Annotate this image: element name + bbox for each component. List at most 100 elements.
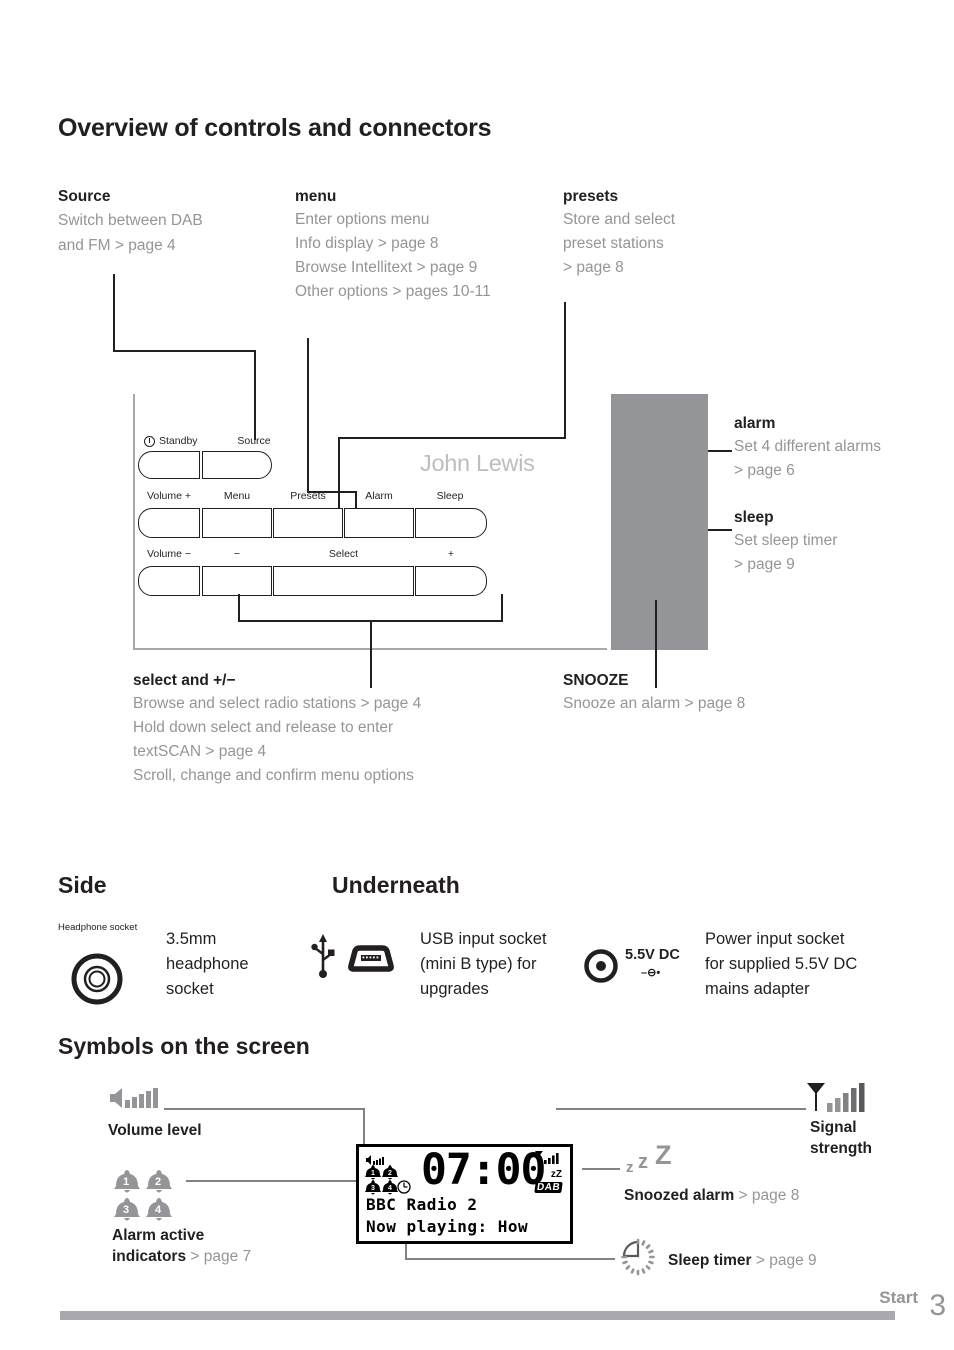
minus-button[interactable] <box>202 566 272 596</box>
menu-button[interactable] <box>202 508 272 538</box>
snoozed-alarm-page-ref: > page 8 <box>734 1187 800 1204</box>
callout-select-line-2: textSCAN > page 4 <box>133 743 267 760</box>
callout-menu: menu Enter options menu Info display > p… <box>295 186 565 304</box>
usb-description: USB input socket (mini B type) for upgra… <box>420 927 585 1002</box>
callout-sleep-line-0: Set sleep timer <box>734 532 838 549</box>
callout-sleep: sleep Set sleep timer > page 9 <box>734 507 939 577</box>
leader-select-left-riser <box>238 594 240 621</box>
callout-select-line-3: Scroll, change and confirm menu options <box>133 767 414 784</box>
power-desc-line-2: mains adapter <box>705 980 810 998</box>
svg-text:1: 1 <box>123 1176 129 1188</box>
callout-menu-title: menu <box>295 188 337 205</box>
presets-button[interactable] <box>273 508 343 538</box>
brand-logo: John Lewis <box>420 450 535 476</box>
alarm-indicators-page-ref: > page 7 <box>186 1248 252 1265</box>
headphone-desc-line-1: headphone <box>166 955 249 973</box>
sleep-timer-label: Sleep timer > page 9 <box>668 1250 817 1271</box>
callout-snooze: SNOOZE Snooze an alarm > page 8 <box>563 670 863 716</box>
signal-strength-icon <box>806 1083 866 1118</box>
power-desc-line-1: for supplied 5.5V DC <box>705 955 858 973</box>
volume-up-button[interactable] <box>138 508 200 538</box>
volume-level-icon <box>108 1086 160 1115</box>
label-menu: Menu <box>223 490 251 502</box>
leader-volume-horizontal <box>164 1108 364 1110</box>
standby-button[interactable] <box>138 451 200 479</box>
snoozed-alarm-label-bold: Snoozed alarm <box>624 1187 735 1204</box>
callout-source-title: Source <box>58 188 111 205</box>
power-desc-line-0: Power input socket <box>705 930 845 948</box>
callout-presets-title: presets <box>563 188 619 205</box>
lcd-snooze-glyph: zZ <box>550 1169 562 1180</box>
callout-menu-line-3: Other options > pages 10-11 <box>295 283 491 300</box>
dc-voltage-label: 5.5V DC <box>625 947 680 963</box>
callout-select-title-bold: select <box>133 672 177 689</box>
snoozed-alarm-icon: z z Z <box>624 1140 686 1181</box>
page-title: Overview of controls and connectors <box>58 114 492 142</box>
device-diagram: John Lewis Standby Source Volume + Menu … <box>133 394 708 650</box>
label-minus: − <box>233 548 241 560</box>
sleep-timer-label-bold: Sleep timer <box>668 1252 752 1269</box>
callout-select-line-0: Browse and select radio stations > page … <box>133 695 422 712</box>
section-heading-underneath: Underneath <box>332 872 460 898</box>
select-button[interactable] <box>273 566 414 596</box>
lcd-station-name: BBC Radio 2 <box>366 1195 478 1214</box>
alarm-indicators-label-line2: indicators > page 7 <box>112 1246 332 1267</box>
dc-polarity-label: –⊖• <box>641 967 661 979</box>
device-snooze-bar <box>611 394 708 650</box>
svg-text:3: 3 <box>371 1185 375 1192</box>
svg-text:z: z <box>638 1151 648 1173</box>
svg-text:3: 3 <box>123 1204 129 1216</box>
leader-signal-strength <box>556 1108 806 1110</box>
signal-strength-label-line2: strength <box>810 1140 872 1157</box>
svg-text:4: 4 <box>155 1204 162 1216</box>
leader-sleep <box>708 529 732 531</box>
power-description: Power input socket for supplied 5.5V DC … <box>705 927 915 1002</box>
callout-presets-line-2: > page 8 <box>563 259 624 276</box>
callout-source-line-0: Switch between DAB <box>58 212 203 229</box>
leader-alarm <box>708 450 732 452</box>
footer-rule <box>60 1311 895 1320</box>
usb-desc-line-1: (mini B type) for <box>420 955 537 973</box>
source-button[interactable] <box>202 451 272 479</box>
lcd-now-playing: Now playing: How <box>366 1217 529 1236</box>
signal-strength-label-line1: Signal <box>810 1119 857 1136</box>
volume-down-button[interactable] <box>138 566 200 596</box>
section-heading-side: Side <box>58 872 107 898</box>
label-standby: Standby <box>159 435 198 447</box>
callout-select-title: select and +/− <box>133 670 553 692</box>
label-volume-minus: Volume − <box>146 548 192 560</box>
sleep-timer-icon <box>618 1236 658 1281</box>
alarm-indicators-label-line1: Alarm active <box>112 1227 205 1244</box>
power-icon <box>144 436 155 447</box>
alarm-button[interactable] <box>344 508 414 538</box>
callout-select: select and +/− Browse and select radio s… <box>133 670 553 788</box>
headphone-socket-icon <box>70 952 124 1011</box>
svg-text:1: 1 <box>371 1170 375 1177</box>
sleep-button[interactable] <box>415 508 487 538</box>
lcd-display: 1 2 3 4 07:00 zZ DAB BBC Radio 2 Now pla… <box>356 1144 573 1244</box>
plus-button[interactable] <box>415 566 487 596</box>
leader-source-vertical <box>113 274 115 352</box>
callout-alarm: alarm Set 4 different alarms > page 6 <box>734 413 939 483</box>
label-sleep: Sleep <box>436 490 464 502</box>
label-presets: Presets <box>290 490 326 502</box>
lcd-dab-badge: DAB <box>534 1182 563 1193</box>
callout-presets: presets Store and select preset stations… <box>563 186 743 280</box>
footer-section-label: Start <box>879 1288 918 1307</box>
leader-select-right-riser <box>501 594 503 621</box>
callout-snooze-line-0: Snooze an alarm > page 8 <box>563 695 746 712</box>
svg-text:Z: Z <box>655 1142 672 1170</box>
label-source: Source <box>237 435 271 447</box>
callout-menu-line-2: Browse Intellitext > page 9 <box>295 259 478 276</box>
svg-text:z: z <box>626 1159 634 1176</box>
callout-select-title-rest: and +/− <box>176 672 236 689</box>
sleep-timer-page-ref: > page 9 <box>751 1252 817 1269</box>
alarm-indicators-label: Alarm active indicators > page 7 <box>112 1225 332 1267</box>
alarm-indicators-label-line2-bold: indicators <box>112 1248 187 1265</box>
callout-source-line-1: and FM > page 4 <box>58 237 176 254</box>
footer-page-number: 3 <box>929 1289 946 1322</box>
lcd-clock-time: 07:00 <box>421 1145 546 1195</box>
leader-alarm-indicators <box>186 1180 364 1182</box>
callout-menu-line-0: Enter options menu <box>295 211 430 228</box>
leader-source-horizontal <box>113 350 256 352</box>
